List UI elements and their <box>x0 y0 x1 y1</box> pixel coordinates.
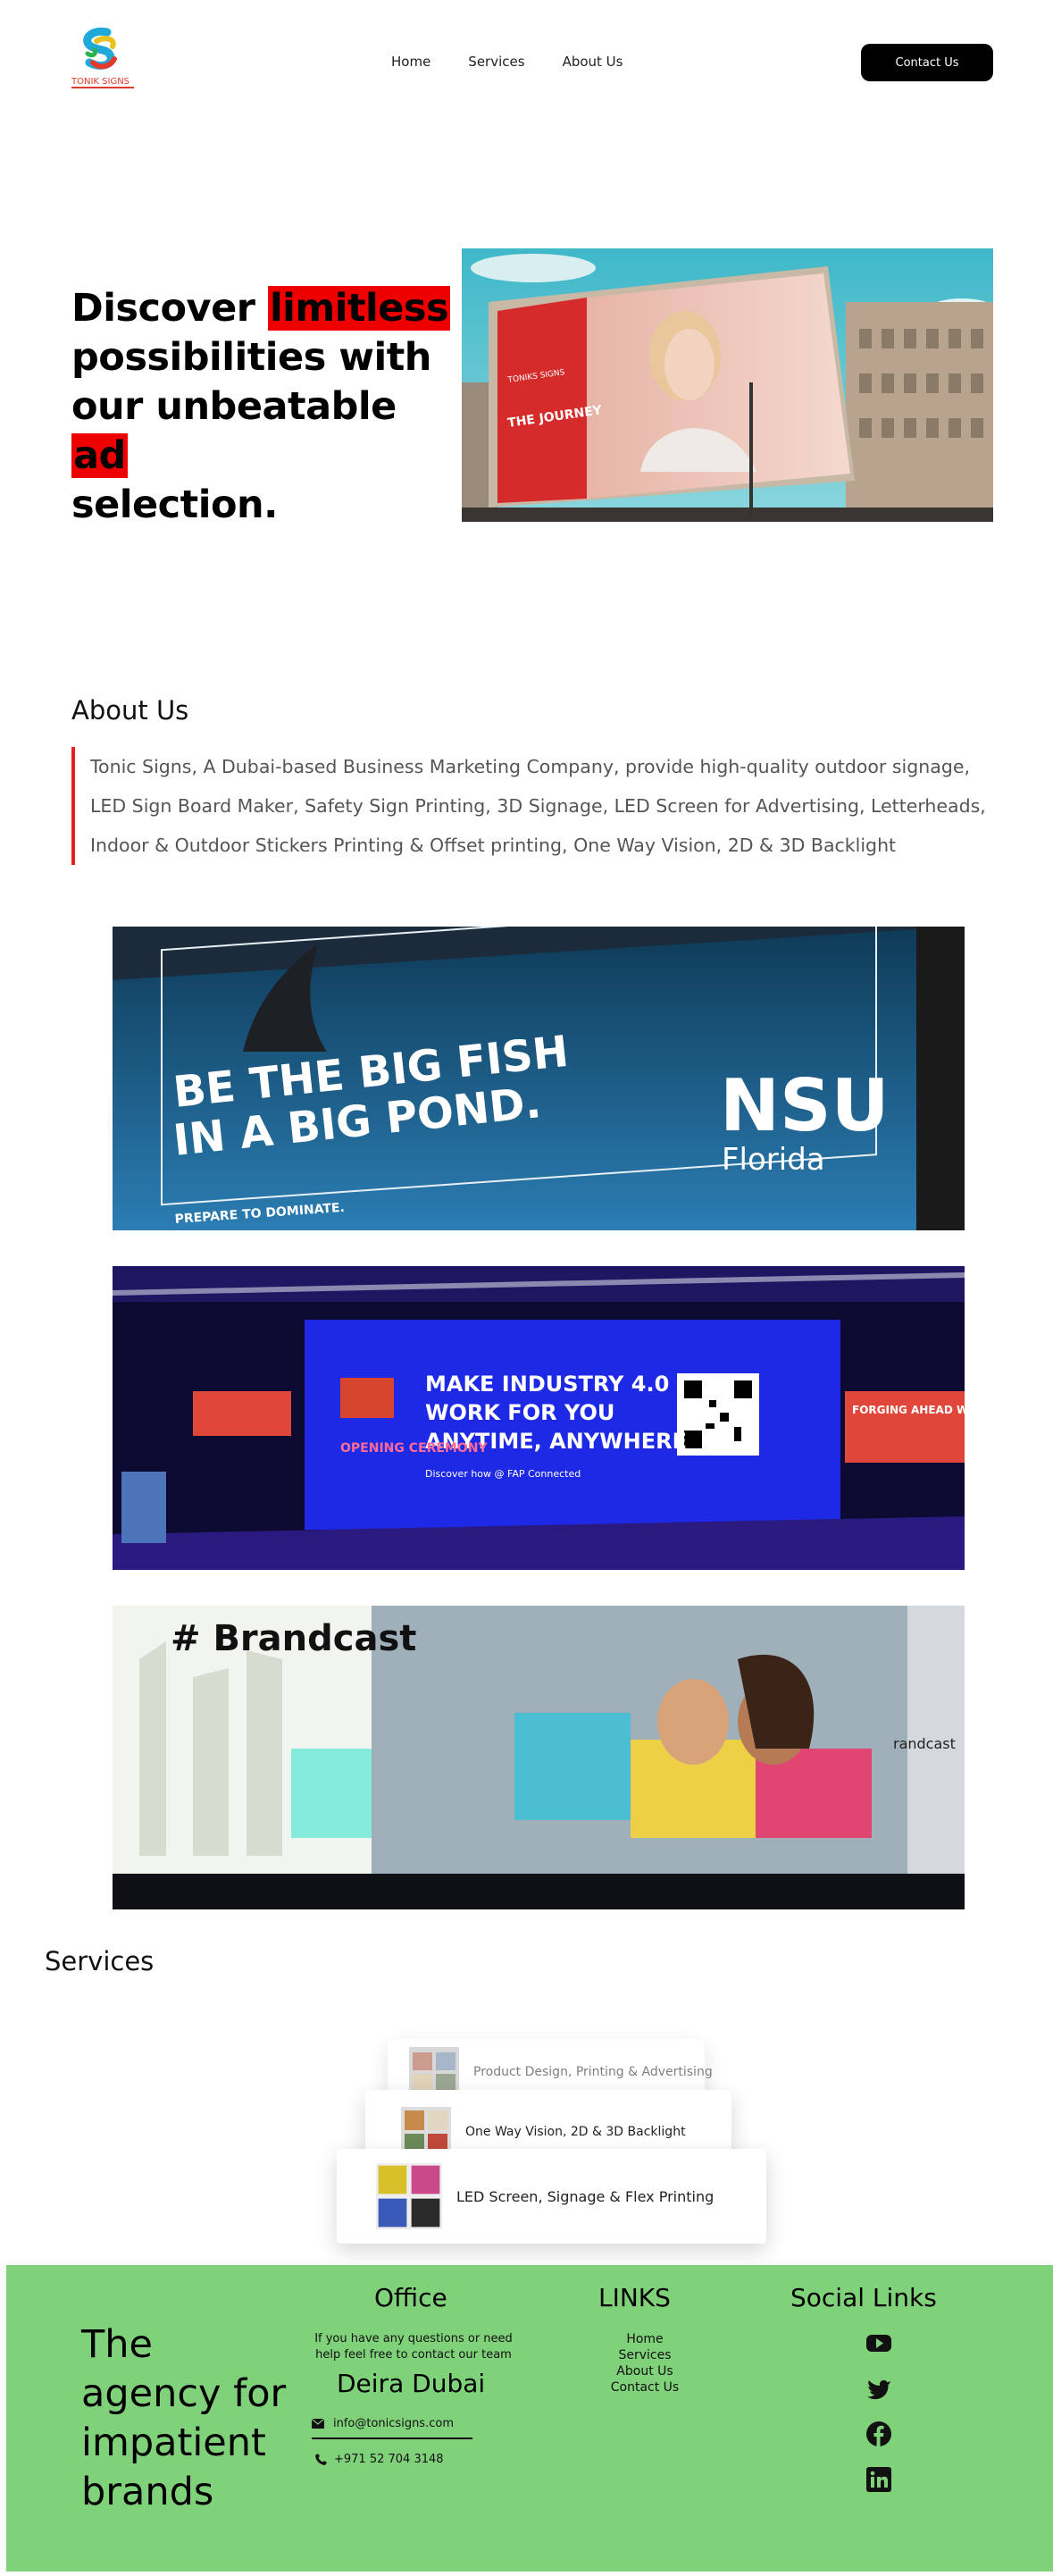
facebook-icon[interactable] <box>865 2421 892 2447</box>
hero-text-4: selection. <box>71 482 278 527</box>
footer-links-heading: LINKS <box>598 2283 671 2312</box>
footer-social-icons <box>865 2329 901 2512</box>
nav-home[interactable]: Home <box>391 54 430 70</box>
service-label: Product Design, Printing & Advertising <box>473 2065 713 2079</box>
footer-office-heading: Office <box>374 2283 447 2312</box>
footer-link-contact-us[interactable]: Contact Us <box>605 2379 685 2396</box>
phone-icon <box>315 2454 327 2465</box>
banner-industry-image: MAKE INDUSTRY 4.0 WORK FOR YOU ANYTIME, … <box>113 1266 965 1570</box>
hero-text-3: our unbeatable <box>71 384 397 429</box>
linkedin-icon[interactable] <box>865 2466 892 2493</box>
banner2-right-text: FORGING AHEAD WITH INDUSTRY <box>852 1404 965 1416</box>
site-logo[interactable]: TONIK SIGNS <box>70 27 139 91</box>
footer-link-about-us[interactable]: About Us <box>605 2363 685 2379</box>
footer-office-text: If you have any questions or need help f… <box>314 2332 513 2362</box>
footer-links: Home Services About Us Contact Us <box>605 2331 685 2396</box>
twitter-icon[interactable] <box>865 2375 892 2402</box>
nav-services[interactable]: Services <box>468 54 524 70</box>
hero-billboard-image: THE JOURNEY TONIKS SIGNS <box>462 248 993 522</box>
contact-us-button[interactable]: Contact Us <box>861 44 993 81</box>
hero-highlight-limitless: limitless <box>267 286 451 331</box>
hero-text-2: possibilities with <box>71 335 431 380</box>
nav-about-us[interactable]: About Us <box>563 54 623 70</box>
hero-title: Discover limitless possibilities with ou… <box>71 284 455 530</box>
banner2-sub: Discover how @ FAP Connected <box>425 1468 581 1480</box>
footer-phone-text: +971 52 704 3148 <box>334 2453 444 2466</box>
banner3-hashtag: # Brandcast <box>171 1618 416 1659</box>
service-label: LED Screen, Signage & Flex Printing <box>456 2187 715 2205</box>
about-heading: About Us <box>71 695 189 726</box>
banner2-line2: WORK FOR YOU <box>425 1400 614 1425</box>
main-nav: Home Services About Us <box>391 54 660 70</box>
footer-email-text: info@tonicsigns.com <box>333 2417 454 2430</box>
site-footer: The agency for impatient brands Office I… <box>6 2265 1053 2572</box>
footer-city: Deira Dubai <box>337 2369 486 2398</box>
youtube-icon[interactable] <box>865 2329 892 2356</box>
footer-link-services[interactable]: Services <box>605 2347 685 2363</box>
envelope-icon <box>312 2419 324 2429</box>
service-thumbnail <box>376 2163 442 2229</box>
footer-social-heading: Social Links <box>790 2283 937 2312</box>
footer-phone[interactable]: +971 52 704 3148 <box>315 2453 444 2466</box>
banner2-line1: MAKE INDUSTRY 4.0 <box>425 1372 669 1397</box>
banner-big-fish-image: BE THE BIG FISH IN A BIG POND. PREPARE T… <box>113 927 965 1230</box>
hero-highlight-ad: ad <box>71 433 128 478</box>
footer-email[interactable]: info@tonicsigns.com <box>312 2417 472 2439</box>
services-heading: Services <box>45 1946 155 1976</box>
banner2-left-text: OPENING CEREMONY <box>340 1441 488 1456</box>
logo-text: TONIK SIGNS <box>71 77 130 87</box>
footer-tagline: The agency for impatient brands <box>81 2322 287 2514</box>
banner3-right-text: randcast <box>893 1735 956 1752</box>
banner-brandcast-image: # Brandcast randcast <box>113 1606 965 1909</box>
footer-link-home[interactable]: Home <box>605 2331 685 2347</box>
hero-text-1: Discover <box>71 286 268 331</box>
banner1-brand-sub: Florida <box>722 1142 825 1178</box>
service-label: One Way Vision, 2D & 3D Backlight <box>465 2125 686 2139</box>
banner1-brand: NSU <box>720 1064 890 1147</box>
about-body-text: Tonic Signs, A Dubai-based Business Mark… <box>71 747 996 865</box>
service-card-led-screen[interactable]: LED Screen, Signage & Flex Printing <box>337 2149 766 2244</box>
